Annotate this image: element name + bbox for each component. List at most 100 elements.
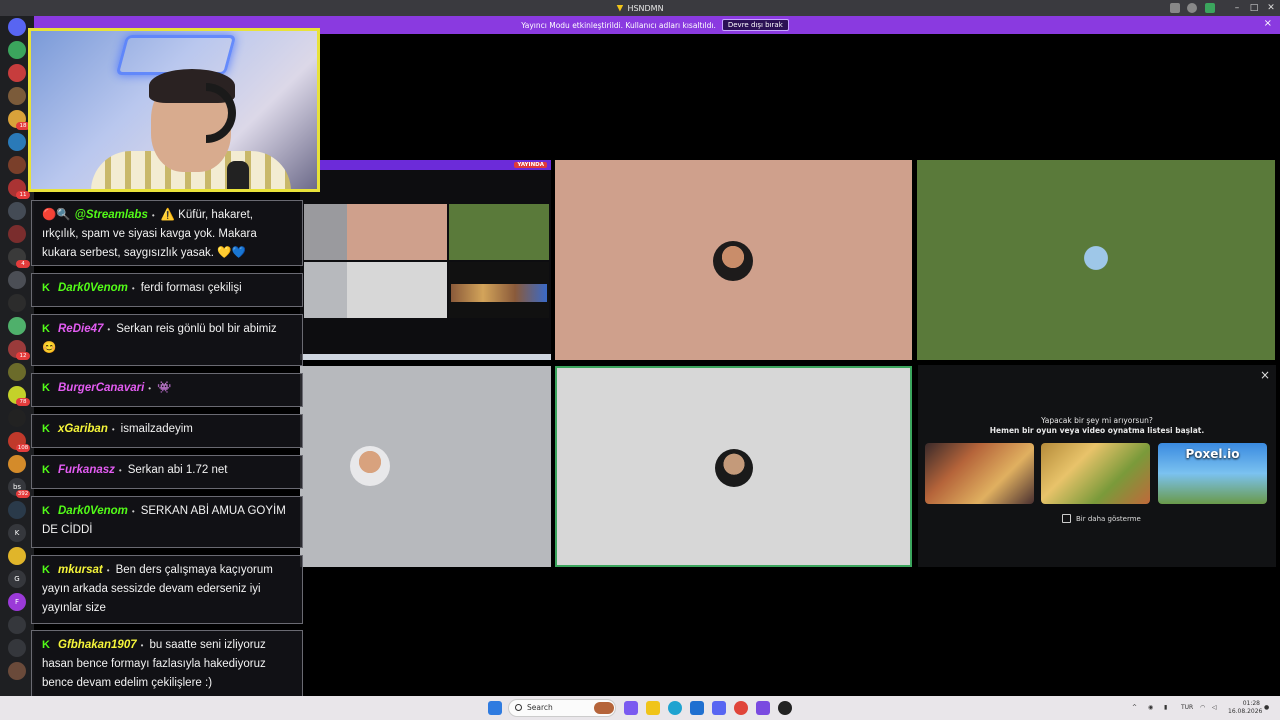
kick-logo-icon: K — [42, 323, 50, 335]
server-icon[interactable] — [8, 64, 26, 82]
chat-text: 👾 — [157, 382, 172, 394]
chat-username[interactable]: Dark0Venom — [58, 282, 128, 294]
chat-separator: • — [140, 641, 144, 650]
participant-tile[interactable] — [300, 366, 551, 567]
edge-icon[interactable] — [668, 701, 682, 715]
network-icon[interactable]: ◉ — [1148, 696, 1153, 720]
banner-close-icon[interactable]: × — [1264, 18, 1272, 29]
chat-username[interactable]: @Streamlabs — [75, 209, 148, 221]
app-icon[interactable] — [778, 701, 792, 715]
server-icon[interactable] — [8, 501, 26, 519]
participant-avatar — [715, 449, 753, 487]
server-icon[interactable]: G — [8, 570, 26, 588]
mention-badge: 78 — [16, 398, 30, 406]
chat-text: ismailzadeyim — [120, 423, 193, 435]
banner-text: Yayıncı Modu etkinleştirildi. Kullanıcı … — [521, 20, 716, 30]
discord-icon[interactable] — [712, 701, 726, 715]
app-icon[interactable] — [756, 701, 770, 715]
screen-share-tile[interactable]: YAYINDA — [300, 160, 551, 360]
participant-tile-speaking[interactable] — [555, 366, 912, 567]
server-icon[interactable] — [8, 317, 26, 335]
inbox-icon[interactable] — [1170, 3, 1180, 13]
mini-tile — [304, 204, 347, 260]
game-card[interactable] — [925, 443, 1034, 504]
mini-tile — [304, 262, 347, 318]
chrome-icon[interactable] — [734, 701, 748, 715]
checkbox-box[interactable] — [1062, 514, 1071, 523]
mini-tile — [347, 262, 447, 318]
taskbar: Search ^ ◉ ▮ TUR ◠ ◁ 01:28 16.08.2026 ● — [0, 696, 1280, 720]
kick-logo-icon: K — [42, 282, 50, 294]
server-icon[interactable] — [8, 662, 26, 680]
file-explorer-icon[interactable] — [646, 701, 660, 715]
chat-message: K ReDie47 • Serkan reis gönlü bol bir abimi… — [31, 314, 303, 366]
chat-username[interactable]: Furkanasz — [58, 464, 115, 476]
activity-promo-panel: × Yapacak bir şey mi arıyorsun? Hemen bi… — [918, 365, 1276, 567]
server-icon[interactable] — [8, 41, 26, 59]
download-icon[interactable] — [1205, 3, 1215, 13]
wifi-icon[interactable]: ◠ — [1200, 696, 1205, 720]
mention-badge: 12 — [16, 352, 30, 360]
server-icon[interactable] — [8, 271, 26, 289]
participant-avatar — [713, 241, 753, 281]
minimize-icon[interactable]: – — [1228, 0, 1246, 16]
chat-username[interactable]: ReDie47 — [58, 323, 103, 335]
checkbox-label: Bir daha gösterme — [1076, 514, 1141, 523]
widget-icon[interactable] — [594, 702, 614, 714]
chat-separator: • — [111, 425, 115, 434]
copilot-icon[interactable] — [624, 701, 638, 715]
server-icon[interactable] — [8, 18, 26, 36]
close-window-icon[interactable]: ✕ — [1262, 0, 1280, 16]
server-icon[interactable] — [8, 363, 26, 381]
neon-sign — [115, 35, 237, 75]
server-icon[interactable]: K — [8, 524, 26, 542]
mention-badge: 108 — [16, 444, 30, 452]
server-icon[interactable] — [8, 156, 26, 174]
maximize-icon[interactable]: □ — [1245, 0, 1263, 16]
dont-show-again-checkbox[interactable]: Bir daha gösterme — [1062, 514, 1141, 523]
language-indicator[interactable]: TUR — [1181, 696, 1193, 720]
chat-username[interactable]: xGariban — [58, 423, 108, 435]
chat-username[interactable]: Gfbhakan1907 — [58, 639, 137, 651]
chat-overlay: 🔴🔍 @Streamlabs • ⚠️ Küfür, hakaret, ırkçılı… — [31, 200, 303, 700]
server-icon[interactable] — [8, 202, 26, 220]
microphone-tray-icon[interactable]: ▮ — [1164, 696, 1167, 720]
microphone-icon — [227, 161, 249, 189]
volume-icon[interactable]: ◁ — [1212, 696, 1217, 720]
start-icon[interactable] — [488, 701, 502, 715]
chat-separator: • — [118, 466, 122, 475]
server-icon[interactable] — [8, 133, 26, 151]
chat-badges: 🔴🔍 — [42, 209, 71, 221]
chat-username[interactable]: mkursat — [58, 564, 103, 576]
help-icon[interactable] — [1187, 3, 1197, 13]
server-icon[interactable] — [8, 616, 26, 634]
mention-badge: 11 — [16, 191, 30, 199]
notifications-icon[interactable]: ● — [1264, 696, 1269, 720]
tray-chevron-icon[interactable]: ^ — [1132, 696, 1137, 720]
chat-message: 🔴🔍 @Streamlabs • ⚠️ Küfür, hakaret, ırkçılı… — [31, 200, 303, 266]
participant-tile[interactable] — [555, 160, 912, 360]
promo-close-icon[interactable]: × — [1260, 368, 1270, 382]
chat-text: Serkan abi 1.72 net — [127, 464, 228, 476]
game-card[interactable]: Poxel.io — [1158, 443, 1267, 504]
store-icon[interactable] — [690, 701, 704, 715]
server-icon[interactable] — [8, 409, 26, 427]
server-icon[interactable] — [8, 547, 26, 565]
participant-tile[interactable] — [917, 160, 1275, 360]
server-icon[interactable] — [8, 455, 26, 473]
disable-streamer-mode-button[interactable]: Devre dışı bırak — [721, 19, 789, 31]
game-card[interactable] — [1041, 443, 1150, 504]
chat-username[interactable]: BurgerCanavari — [58, 382, 144, 394]
server-icon[interactable]: F — [8, 593, 26, 611]
kick-logo-icon: K — [42, 382, 50, 394]
server-icon[interactable] — [8, 639, 26, 657]
chat-username[interactable]: Dark0Venom — [58, 505, 128, 517]
kick-logo-icon: K — [42, 464, 50, 476]
server-icon[interactable] — [8, 294, 26, 312]
chat-message: K Furkanasz • Serkan abi 1.72 net — [31, 455, 303, 489]
server-icon[interactable] — [8, 225, 26, 243]
clock[interactable]: 01:28 16.08.2026 — [1228, 700, 1262, 716]
game-card-label: Poxel.io — [1185, 447, 1240, 461]
server-icon[interactable] — [8, 87, 26, 105]
chat-message: Kmkursat • Ben ders çalışmaya kaçıyorum ya… — [31, 555, 303, 624]
